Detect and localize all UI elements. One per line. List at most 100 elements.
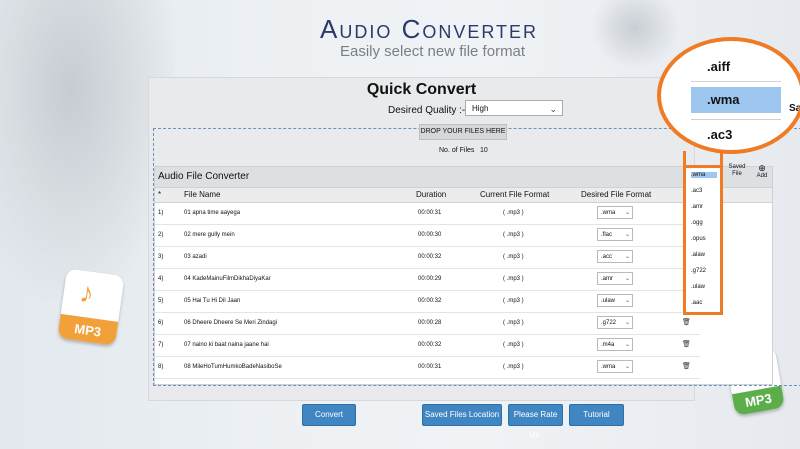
dropdown-option[interactable]: .aac [691,300,717,306]
row-index: 6) [158,320,164,326]
tutorial-button[interactable]: Tutorial [569,404,624,426]
panel-title: Quick Convert [366,81,477,98]
dropdown-option[interactable]: .ulaw [691,284,717,290]
quality-value: High [472,104,489,113]
format-select[interactable]: .amr ⌄ [597,272,633,285]
row-duration: 00:00:28 [418,320,442,326]
row-index: 4) [158,276,164,282]
zoom-divider [691,119,781,120]
format-select[interactable]: .wma ⌄ [597,206,633,219]
row-duration: 00:00:29 [418,276,442,282]
row-index: 8) [158,364,164,370]
quality-select[interactable]: High ⌄ [465,100,563,116]
chevron-down-icon: ⌄ [624,298,630,304]
music-note-icon: ♪ [77,276,97,310]
table-row[interactable]: 8) 08 MileHoTumHumkoBadeNasiboSe 00:00:3… [155,356,700,379]
background-headphones [590,0,680,70]
table-row[interactable]: 2) 02 mere gully mein 00:00:30 ( .mp3 ) … [155,224,700,247]
table-caption: Audio File Converter [155,167,772,187]
row-index: 2) [158,232,164,238]
zoom-divider [691,81,781,82]
trash-icon[interactable]: 🗑 [682,334,691,356]
saved-file-button[interactable]: Saved File [726,164,748,178]
header-desired-format: Desired File Format [581,190,652,199]
chevron-down-icon: ⌄ [624,254,630,260]
app-subtitle: Easily select new file format [340,43,526,60]
row-index: 3) [158,254,164,260]
trash-icon[interactable]: 🗑 [682,356,691,378]
app-title: Audio Converter [320,14,539,44]
row-current-format: ( .mp3 ) [503,320,524,326]
add-label: Add [756,173,768,179]
row-current-format: ( .mp3 ) [503,276,524,282]
format-select-value: .ulaw [601,298,616,304]
row-duration: 00:00:32 [418,254,442,260]
dropdown-option[interactable]: .amr [691,204,717,210]
rate-button[interactable]: Please Rate Us. [508,404,563,439]
format-select-value: .wma [601,210,616,216]
row-duration: 00:00:30 [418,232,442,238]
header-index: * [158,190,162,199]
format-select[interactable]: .acc ⌄ [597,250,633,263]
convert-button[interactable]: Convert [302,404,356,426]
format-dropdown-list[interactable]: .wma .ac3 .amr .ogg .opus .alaw .g722 .u… [683,165,723,315]
header-file-name: File Name [184,190,221,199]
zoom-option: .aiff [707,59,731,74]
table-row[interactable]: 1) 01 apna time aayega 00:00:31 ( .mp3 )… [155,202,700,225]
row-duration: 00:00:32 [418,298,442,304]
zoom-fragment: Sa [789,103,800,114]
format-select[interactable]: .flac ⌄ [597,228,633,241]
table-row[interactable]: 7) 07 naino ki baat naina jaane hai 00:0… [155,334,700,357]
row-file-name: 05 Hai Tu Hi Dil Jaan [184,298,241,304]
format-select[interactable]: .g722 ⌄ [597,316,633,329]
row-file-name: 07 naino ki baat naina jaane hai [184,342,269,348]
quality-label: Desired Quality :- [388,105,466,116]
dropdown-option[interactable]: .ac3 [691,188,717,194]
table-row[interactable]: 4) 04 KadeMainuFilmDikhaDiyaKar 00:00:29… [155,268,700,291]
table-row[interactable]: 3) 03 azadi 00:00:32 ( .mp3 ) .acc ⌄ [155,246,700,269]
chevron-down-icon: ⌄ [624,320,630,326]
row-file-name: 08 MileHoTumHumkoBadeNasiboSe [184,364,282,370]
chevron-down-icon: ⌄ [624,342,630,348]
header-duration: Duration [416,190,447,199]
add-button[interactable]: ⊕ Add [754,164,770,180]
add-icon: ⊕ [758,163,766,173]
row-current-format: ( .mp3 ) [503,364,524,370]
zoom-option-selected: .wma [691,87,781,113]
saved-file-label: Saved File [728,164,746,177]
chevron-down-icon: ⌄ [549,104,557,114]
format-select[interactable]: .wma ⌄ [597,360,633,373]
row-file-name: 01 apna time aayega [184,210,241,216]
row-index: 7) [158,342,164,348]
zoom-callout: .aiff .wma .ac3 Sa [657,37,800,154]
chevron-down-icon: ⌄ [624,276,630,282]
format-select-value: .wma [601,364,616,370]
table-row[interactable]: 5) 05 Hai Tu Hi Dil Jaan 00:00:32 ( .mp3… [155,290,700,313]
side-controls: Saved File ⊕ Add [722,164,772,186]
row-current-format: ( .mp3 ) [503,232,524,238]
dropdown-option[interactable]: .wma [691,172,717,178]
row-file-name: 04 KadeMainuFilmDikhaDiyaKar [184,276,271,282]
dropdown-option[interactable]: .ogg [691,220,717,226]
files-count-label: No. of Files [439,147,475,154]
format-select-value: .amr [601,276,613,282]
format-select[interactable]: .ulaw ⌄ [597,294,633,307]
trash-icon[interactable]: 🗑 [682,312,691,334]
file-table: Audio File Converter * File Name Duratio… [154,166,773,385]
format-select[interactable]: .m4a ⌄ [597,338,633,351]
dropdown-option[interactable]: .g722 [691,268,717,274]
dropdown-option[interactable]: .opus [691,236,717,242]
chevron-down-icon: ⌄ [624,364,630,370]
row-file-name: 03 azadi [184,254,207,260]
drop-files-button[interactable]: DROP YOUR FILES HERE [419,124,507,140]
format-select-value: .acc [601,254,613,260]
row-current-format: ( .mp3 ) [503,298,524,304]
table-row[interactable]: 6) 06 Dheere Dheere Se Meri Zindagi 00:0… [155,312,700,335]
dropdown-option[interactable]: .alaw [691,252,717,258]
row-file-name: 06 Dheere Dheere Se Meri Zindagi [184,320,278,326]
format-select-value: .flac [601,232,613,238]
header-current-format: Current File Format [480,190,550,199]
row-current-format: ( .mp3 ) [503,210,524,216]
saved-location-button[interactable]: Saved Files Location [422,404,502,426]
format-select-value: .m4a [601,342,615,348]
